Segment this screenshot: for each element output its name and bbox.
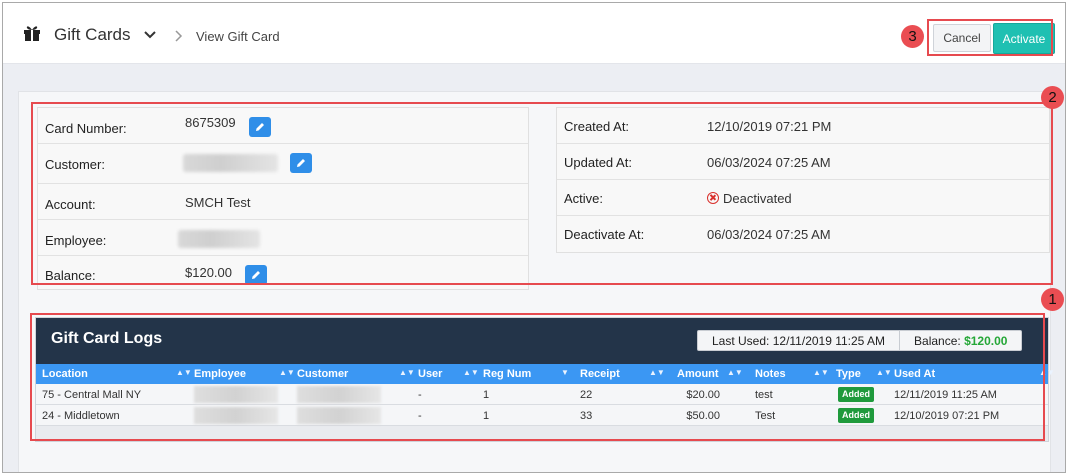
pencil-icon [297,159,305,167]
sort-icon[interactable]: ▲▼ [279,368,295,377]
card-number-row: Card Number: 8675309 [38,108,528,144]
col-receipt[interactable]: Receipt [580,368,620,380]
customer-redacted [297,386,381,403]
col-user[interactable]: User [418,368,442,380]
edit-card-number-button[interactable] [249,117,271,137]
logs-balance: Balance: $120.00 [899,331,1021,350]
deactivate-row: Deactivate At: 06/03/2024 07:25 AM [564,227,831,242]
status-badge: Deactivated [707,191,792,206]
card-dates: Created At: 12/10/2019 07:21 PM Updated … [556,107,1050,253]
col-employee[interactable]: Employee [194,368,246,380]
col-customer[interactable]: Customer [297,368,348,380]
annotation-number-2: 2 [1041,86,1064,109]
table-row[interactable]: 24 - Middletown - 1 33 $50.00 Test Added… [36,405,1048,426]
logs-title: Gift Card Logs [51,330,163,347]
card-number: 8675309 [185,115,236,130]
pencil-icon [252,271,260,279]
updated-value: 06/03/2024 07:25 AM [707,155,831,170]
sort-icon[interactable]: ▲▼ [813,368,829,377]
gift-card-panel: Card Number: 8675309 Customer: Account: … [18,91,1055,472]
breadcrumb: View Gift Card [196,29,280,44]
annotation-number-3: 3 [901,25,924,48]
logs-header: Gift Card Logs Last Used: 12/11/2019 11:… [36,318,1048,364]
balance-row: Balance: $120.00 [38,256,528,289]
created-value: 12/10/2019 07:21 PM [707,119,832,134]
account-row: Account: SMCH Test [38,184,528,220]
customer-row: Customer: [38,144,528,184]
sort-icon[interactable]: ▲▼ [876,368,892,377]
cancel-button[interactable]: Cancel [933,24,991,52]
logs-summary: Last Used: 12/11/2019 11:25 AM Balance: … [697,330,1023,351]
col-location[interactable]: Location [42,368,88,380]
col-amount[interactable]: Amount [677,368,719,380]
chevron-down-icon[interactable] [143,29,157,41]
sort-icon[interactable]: ▲▼ [399,368,415,377]
updated-row: Updated At: 06/03/2024 07:25 AM [557,144,1049,180]
type-badge: Added [838,387,874,402]
created-row: Created At: 12/10/2019 07:21 PM [557,108,1049,144]
account-link[interactable]: SMCH Test [185,195,251,210]
app-window: Gift Cards View Gift Card Cancel Activat… [2,2,1066,473]
gift-card-logs: Gift Card Logs Last Used: 12/11/2019 11:… [35,317,1055,442]
activate-button[interactable]: Activate [993,23,1055,54]
sort-icon[interactable]: ▲▼ [1039,368,1055,377]
edit-balance-button[interactable] [245,265,267,285]
customer-redacted [183,154,278,172]
chevron-right-icon [175,30,183,42]
table-row[interactable]: 75 - Central Mall NY - 1 22 $20.00 test … [36,384,1048,405]
circle-x-icon [707,192,719,204]
last-used: Last Used: 12/11/2019 11:25 AM [712,334,886,348]
app-title: Gift Cards [54,25,131,44]
logs-table-header: Location ▲▼ Employee ▲▼ Customer ▲▼ User… [36,364,1055,384]
deactivate-value: 06/03/2024 07:25 AM [707,227,831,242]
employee-row: Employee: [38,220,528,256]
annotation-number-1: 1 [1041,288,1064,311]
customer-redacted [297,407,381,424]
type-badge: Added [838,408,874,423]
employee-redacted [194,386,278,403]
balance-value: $120.00 [185,265,232,280]
employee-redacted [194,407,278,424]
col-type[interactable]: Type [836,368,861,380]
sort-icon[interactable]: ▲▼ [727,368,743,377]
col-notes[interactable]: Notes [755,368,786,380]
active-row: Active: Deactivated [557,180,1049,216]
edit-customer-button[interactable] [290,153,312,173]
pencil-icon [256,123,264,131]
col-reg-num[interactable]: Reg Num [483,368,531,380]
card-details: Card Number: 8675309 Customer: Account: … [37,107,529,290]
gift-icon [24,26,40,41]
sort-icon[interactable]: ▲▼ [649,368,665,377]
employee-redacted [178,230,260,248]
sort-desc-icon[interactable]: ▼ [561,368,569,377]
col-used-at[interactable]: Used At [894,368,935,380]
sort-icon[interactable]: ▲▼ [176,368,192,377]
sort-icon[interactable]: ▲▼ [463,368,479,377]
